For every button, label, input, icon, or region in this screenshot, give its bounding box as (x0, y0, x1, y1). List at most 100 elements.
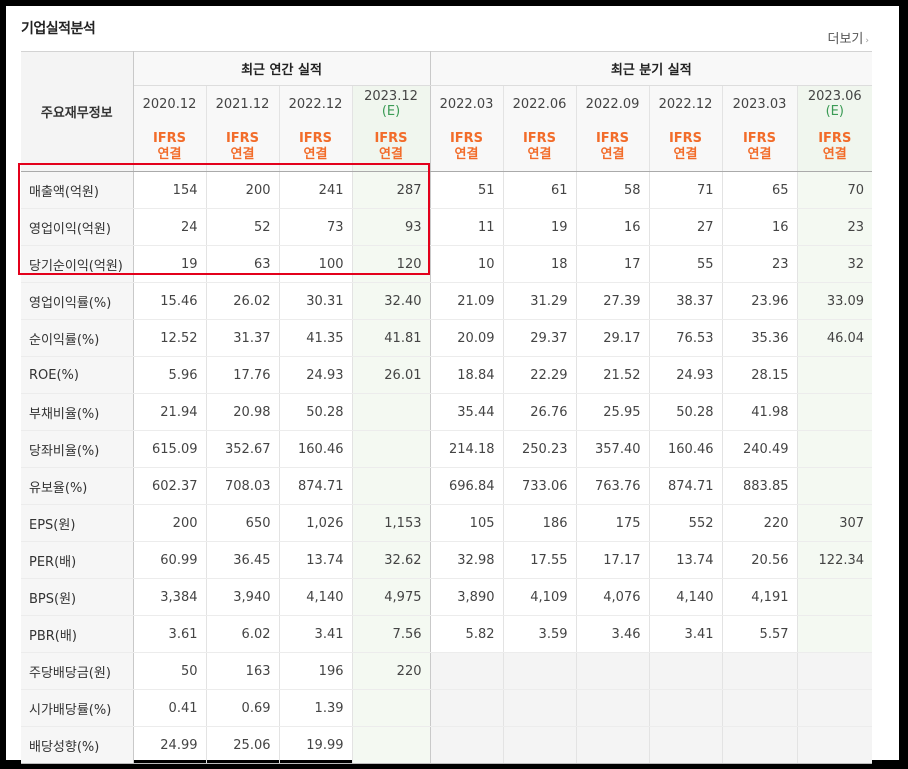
table-cell: 200 (206, 171, 280, 209)
period-header-annual-3: 2023.12 (E) (352, 85, 431, 122)
table-cell (576, 726, 650, 764)
table-cell: 200 (133, 504, 207, 542)
table-cell (352, 393, 431, 431)
ifrs-label: IFRS (152, 130, 187, 146)
table-cell: 250.23 (503, 430, 577, 468)
table-cell: 35.36 (722, 319, 798, 357)
ifrs-label: IFRS (449, 130, 484, 146)
table-cell (797, 356, 873, 394)
period-label: 2021.12 (215, 96, 270, 112)
table-cell: 16 (722, 208, 798, 246)
table-cell: 24.93 (279, 356, 353, 394)
table-cell (576, 689, 650, 727)
table-cell (649, 689, 723, 727)
more-link[interactable]: 더보기 › (828, 28, 870, 47)
table-cell (722, 726, 798, 764)
table-cell: 196 (279, 652, 353, 690)
row-label: 주당배당금(원) (21, 652, 134, 690)
table-cell: 38.37 (649, 282, 723, 320)
table-cell: 24.93 (649, 356, 723, 394)
table-cell: 41.35 (279, 319, 353, 357)
table-row: PER(배) 60.99 36.45 13.74 32.62 32.98 17.55 17.1… (21, 541, 873, 579)
table-cell: 615.09 (133, 430, 207, 468)
table-row: ROE(%) 5.96 17.76 24.93 26.01 18.84 22.29 21.52… (21, 356, 873, 394)
table-cell: 19.99 (279, 726, 353, 764)
table-cell: 21.94 (133, 393, 207, 431)
table-cell: 29.17 (576, 319, 650, 357)
table-cell: 23 (722, 245, 798, 283)
table-cell: 5.96 (133, 356, 207, 394)
table-cell: 21.52 (576, 356, 650, 394)
ifrs-label: IFRS (742, 130, 777, 146)
quarter-group-header: 최근 분기 실적 (430, 51, 873, 86)
table-row: 매출액(억원) 154 200 241 287 51 61 58 71 65 70 (21, 171, 873, 209)
table-cell: 36.45 (206, 541, 280, 579)
table-cell: 122.34 (797, 541, 873, 579)
table-cell: 20.09 (430, 319, 504, 357)
table-cell: 27 (649, 208, 723, 246)
period-header-quarter-0: 2022.03 (430, 85, 504, 122)
table-cell: 93 (352, 208, 431, 246)
header-corner-label: 주요재무정보 (21, 51, 134, 172)
table-cell: 26.76 (503, 393, 577, 431)
table-cell: 650 (206, 504, 280, 542)
period-label: 2023.03 (732, 96, 787, 112)
period-label: 2022.12 (288, 96, 343, 112)
consolidated-label: 연결 (230, 146, 255, 162)
row-label: ROE(%) (21, 356, 134, 394)
table-row: 주당배당금(원) 50 163 196 220 (21, 652, 873, 690)
table-cell: 4,191 (722, 578, 798, 616)
table-cell: 26.02 (206, 282, 280, 320)
table-cell (352, 689, 431, 727)
period-header-quarter-1: 2022.06 (503, 85, 577, 122)
table-cell: 25.06 (206, 726, 280, 764)
row-label: 순이익률(%) (21, 319, 134, 357)
consolidated-label: 연결 (673, 146, 698, 162)
table-cell: 3.41 (279, 615, 353, 653)
period-header-annual-0: 2020.12 (133, 85, 207, 122)
ifrs-basis-header: IFRS 연결 (503, 122, 577, 172)
table-cell: 30.31 (279, 282, 353, 320)
table-cell: 41.98 (722, 393, 798, 431)
estimate-mark: (E) (381, 104, 401, 119)
table-cell: 1,153 (352, 504, 431, 542)
table-row: 당기순이익(억원) 19 63 100 120 10 18 17 55 23 32 (21, 245, 873, 283)
table-cell: 602.37 (133, 467, 207, 505)
table-cell (722, 689, 798, 727)
table-cell (797, 615, 873, 653)
table-cell (797, 652, 873, 690)
consolidated-label: 연결 (379, 146, 403, 162)
table-row: EPS(원) 200 650 1,026 1,153 105 186 175 552 220 307 (21, 504, 873, 542)
period-header-quarter-5: 2023.06 (E) (797, 85, 873, 122)
financial-table: 주요재무정보 최근 연간 실적 최근 분기 실적 2020.12 2021.12 2… (21, 51, 873, 764)
table-cell (352, 467, 431, 505)
table-cell: 3.41 (649, 615, 723, 653)
consolidated-label: 연결 (600, 146, 625, 162)
table-cell: 307 (797, 504, 873, 542)
table-cell: 58 (576, 171, 650, 209)
table-row: 영업이익률(%) 15.46 26.02 30.31 32.40 21.09 31.29 27… (21, 282, 873, 320)
table-cell: 15.46 (133, 282, 207, 320)
ifrs-label: IFRS (522, 130, 557, 146)
table-cell (797, 578, 873, 616)
table-cell: 0.41 (133, 689, 207, 727)
consolidated-label: 연결 (822, 146, 847, 162)
period-label: 2022.06 (512, 96, 567, 112)
table-cell: 214.18 (430, 430, 504, 468)
table-cell (430, 689, 504, 727)
table-cell: 50.28 (279, 393, 353, 431)
ifrs-basis-header: IFRS 연결 (430, 122, 504, 172)
table-cell: 50.28 (649, 393, 723, 431)
consolidated-label: 연결 (747, 146, 772, 162)
table-cell: 4,076 (576, 578, 650, 616)
table-cell: 708.03 (206, 467, 280, 505)
table-cell: 17.55 (503, 541, 577, 579)
table-cell: 13.74 (649, 541, 723, 579)
ifrs-label: IFRS (298, 130, 333, 146)
table-cell (503, 689, 577, 727)
table-cell (352, 430, 431, 468)
corporate-performance-panel: 기업실적분석 더보기 › 주요재무정보 최근 연간 실적 최근 분기 실적 202… (6, 6, 899, 764)
row-label: 유보율(%) (21, 467, 134, 505)
table-cell: 12.52 (133, 319, 207, 357)
table-row: 영업이익(억원) 24 52 73 93 11 19 16 27 16 23 (21, 208, 873, 246)
